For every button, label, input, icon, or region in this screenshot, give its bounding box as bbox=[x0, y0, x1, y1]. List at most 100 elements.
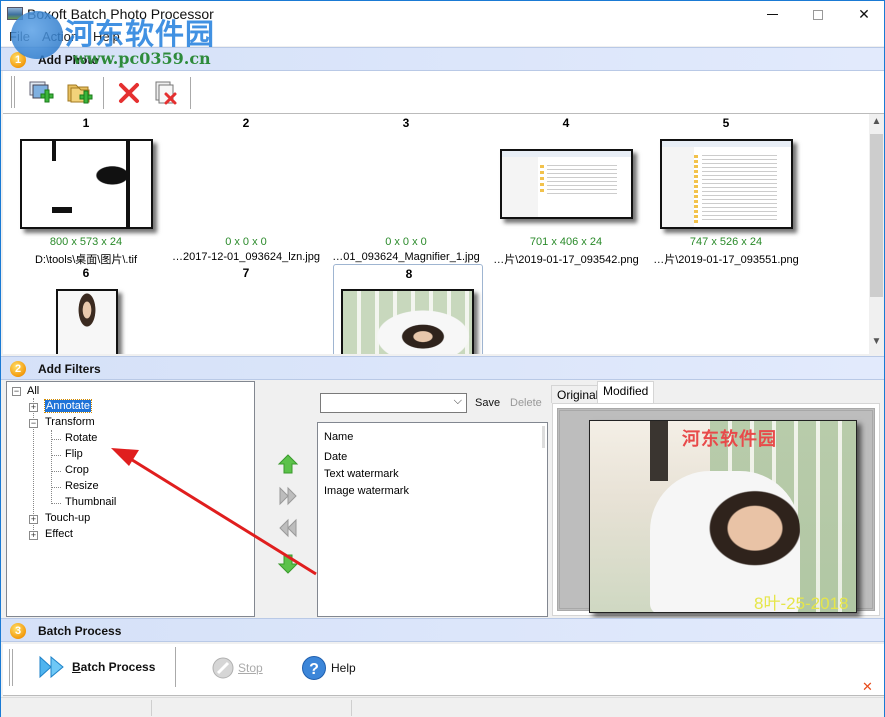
site-watermark-url: www.pc0359.cn bbox=[73, 49, 211, 68]
add-filters-header: 2 Add Filters bbox=[1, 356, 884, 380]
tree-line bbox=[51, 487, 61, 488]
photo-item-selected[interactable]: 8 bbox=[333, 264, 483, 354]
tree-label: Thumbnail bbox=[65, 496, 117, 508]
stop-button[interactable]: Stop bbox=[211, 656, 263, 680]
photo-list[interactable]: 1 800 x 573 x 24 D:\tools\桌面\图片\.tif 2 0… bbox=[3, 114, 869, 354]
filter-tree[interactable]: − All + Annotate − Transform Rotate Flip… bbox=[6, 381, 255, 617]
maximize-icon bbox=[813, 9, 823, 20]
tree-node-resize[interactable]: Resize bbox=[65, 480, 99, 492]
play-forward-icon bbox=[39, 655, 64, 679]
remove-photo-button[interactable] bbox=[115, 79, 143, 107]
toolbar-separator bbox=[190, 77, 191, 109]
add-filter-button[interactable] bbox=[277, 485, 299, 507]
tree-line bbox=[51, 455, 61, 456]
save-preset-button[interactable]: Save bbox=[475, 397, 500, 409]
photo-item[interactable]: 3 0 x 0 x 0 …01_093624_Magnifier_1.jpg bbox=[331, 114, 481, 264]
tree-node-crop[interactable]: Crop bbox=[65, 464, 89, 476]
expand-icon[interactable]: + bbox=[29, 515, 38, 524]
toolbar-separator bbox=[103, 77, 104, 109]
tree-node-rotate[interactable]: Rotate bbox=[65, 432, 97, 444]
toolbar-grip[interactable] bbox=[11, 76, 15, 108]
collapse-icon[interactable]: − bbox=[12, 387, 21, 396]
preview-panel: Original Modified 河东软件园 8叶-25-2018 bbox=[549, 381, 884, 617]
remove-all-button[interactable] bbox=[152, 79, 180, 107]
image-detail bbox=[650, 421, 668, 481]
step-2-badge: 2 bbox=[10, 361, 26, 377]
preview-canvas: 河东软件园 8叶-25-2018 bbox=[557, 408, 875, 613]
tree-label: Transform bbox=[45, 416, 95, 428]
list-item[interactable]: Date bbox=[324, 451, 347, 463]
tree-node-transform[interactable]: Transform bbox=[45, 416, 95, 428]
add-photos-icon bbox=[29, 81, 54, 103]
batch-process-button[interactable]: Batch Process bbox=[38, 654, 155, 680]
move-up-button[interactable] bbox=[277, 453, 299, 475]
delete-preset-button[interactable]: Delete bbox=[510, 397, 542, 409]
photo-thumbnail bbox=[500, 149, 633, 219]
scroll-down-icon[interactable]: ▼ bbox=[869, 336, 884, 353]
site-watermark-logo bbox=[11, 11, 63, 59]
double-arrow-left-icon bbox=[279, 518, 297, 538]
tree-node-flip[interactable]: Flip bbox=[65, 448, 83, 460]
close-button[interactable]: ✕ bbox=[841, 1, 885, 28]
photo-index: 8 bbox=[405, 267, 413, 281]
tree-label: Annotate bbox=[43, 399, 93, 413]
photo-dimensions: 0 x 0 x 0 bbox=[385, 236, 427, 248]
app-window: Boxoft Batch Photo Processor ✕ File Acti… bbox=[0, 0, 885, 717]
applied-filter-list[interactable]: Name Date Text watermark Image watermark bbox=[317, 422, 548, 617]
photo-list-scrollbar[interactable]: ▲ ▼ bbox=[869, 114, 884, 354]
minimize-button[interactable] bbox=[749, 1, 795, 28]
status-bar bbox=[1, 697, 884, 717]
list-scrollbar[interactable] bbox=[542, 426, 545, 448]
tree-node-touch-up[interactable]: Touch-up bbox=[45, 512, 90, 524]
photo-item[interactable]: 6 bbox=[11, 264, 161, 354]
scroll-up-icon[interactable]: ▲ bbox=[869, 116, 884, 133]
photo-index: 5 bbox=[722, 116, 730, 130]
photo-item[interactable]: 1 800 x 573 x 24 D:\tools\桌面\图片\.tif bbox=[11, 114, 161, 266]
photo-filename: …片\2019-01-17_093551.png bbox=[653, 254, 799, 266]
tree-label: Flip bbox=[65, 448, 83, 460]
remove-filter-button[interactable] bbox=[277, 517, 299, 539]
tree-node-effect[interactable]: Effect bbox=[45, 528, 73, 540]
scrollbar-thumb[interactable] bbox=[870, 134, 883, 297]
help-button[interactable]: ? Help bbox=[301, 655, 356, 681]
preview-frame: 河东软件园 8叶-25-2018 bbox=[552, 403, 880, 616]
preset-dropdown[interactable]: ⌵ bbox=[320, 393, 467, 413]
collapse-icon[interactable]: − bbox=[29, 419, 38, 428]
photo-dimensions: 0 x 0 x 0 bbox=[225, 236, 267, 248]
tab-modified[interactable]: Modified bbox=[597, 381, 655, 403]
photo-item[interactable]: 5 747 x 526 x 24 …片\2019-01-17_093551.pn… bbox=[651, 114, 801, 266]
photo-index: 7 bbox=[242, 266, 250, 280]
photo-thumbnail bbox=[56, 289, 118, 354]
photo-index: 2 bbox=[242, 116, 250, 130]
clear-list-icon bbox=[155, 81, 177, 105]
photo-toolbar bbox=[3, 71, 884, 114]
tree-label: Crop bbox=[65, 464, 89, 476]
tree-node-all[interactable]: All bbox=[27, 385, 39, 397]
tree-line bbox=[51, 430, 52, 504]
add-photos-button[interactable] bbox=[27, 79, 55, 107]
tree-label: Rotate bbox=[65, 432, 98, 444]
photo-item[interactable]: 4 701 x 406 x 24 …片\2019-01-17_093542.pn… bbox=[491, 114, 641, 266]
add-folder-button[interactable] bbox=[66, 79, 94, 107]
tree-node-annotate[interactable]: Annotate bbox=[43, 399, 93, 413]
photo-thumbnail bbox=[660, 139, 793, 229]
maximize-button[interactable] bbox=[795, 1, 841, 28]
photo-thumbnail bbox=[20, 139, 153, 229]
photo-item[interactable]: 2 0 x 0 x 0 …2017-12-01_093624_lzn.jpg bbox=[171, 114, 321, 264]
move-down-button[interactable] bbox=[277, 553, 299, 575]
step-3-badge: 3 bbox=[10, 623, 26, 639]
help-icon: ? bbox=[302, 656, 326, 680]
toolbar-grip[interactable] bbox=[9, 649, 13, 686]
tree-node-thumbnail[interactable]: Thumbnail bbox=[65, 496, 116, 508]
site-watermark-name: 河东软件园 bbox=[65, 17, 216, 51]
photo-index: 3 bbox=[402, 116, 410, 130]
tree-label: Effect bbox=[45, 528, 73, 540]
photo-item[interactable]: 7 bbox=[171, 264, 321, 354]
expand-icon[interactable]: + bbox=[29, 531, 38, 540]
stop-label: Stop bbox=[238, 661, 263, 675]
close-panel-icon[interactable]: ✕ bbox=[862, 679, 873, 695]
list-item[interactable]: Image watermark bbox=[324, 485, 409, 497]
accelerator-key: B bbox=[72, 660, 81, 674]
list-item[interactable]: Text watermark bbox=[324, 468, 399, 480]
expand-icon[interactable]: + bbox=[29, 403, 38, 412]
